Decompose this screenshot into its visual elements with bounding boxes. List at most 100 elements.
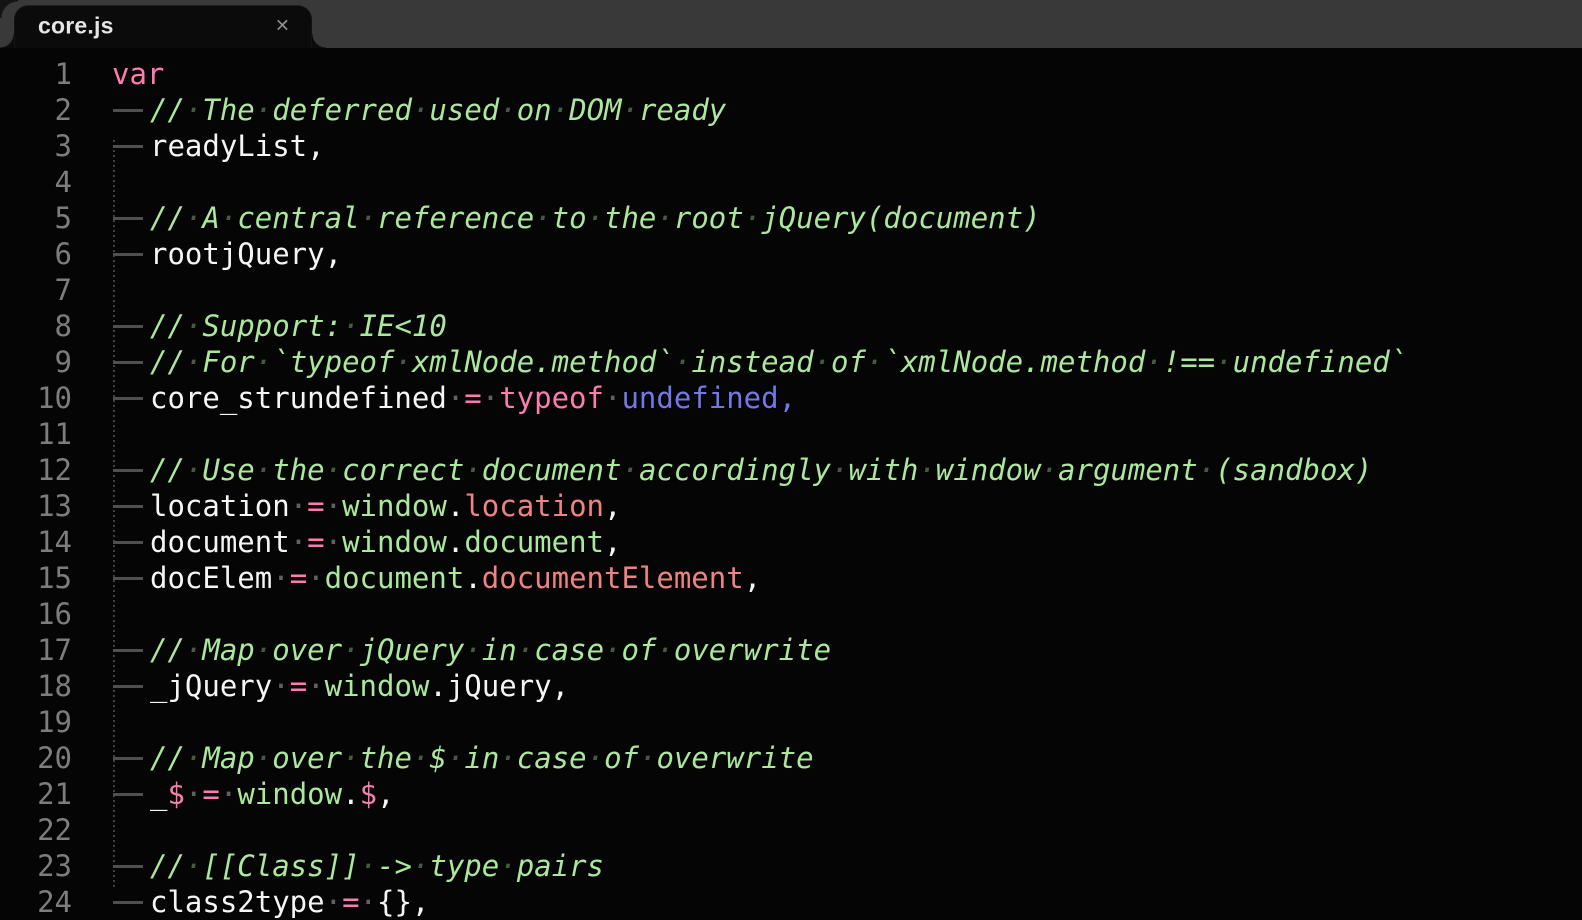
tab-whitespace-icon (112, 344, 150, 380)
code-token: window (342, 525, 447, 559)
line-number: 8 (54, 309, 72, 343)
code-line: 19 (0, 704, 1582, 740)
code-line: 4 (0, 164, 1582, 200)
tab-whitespace-icon (112, 380, 150, 416)
tab-whitespace-icon (112, 488, 150, 524)
tab-whitespace-icon (112, 308, 150, 344)
space-dot-icon: · (324, 453, 343, 487)
code-token: · (325, 489, 342, 523)
line-number: 11 (37, 417, 72, 451)
tab-whitespace-icon (112, 884, 150, 920)
code-line: 22 (0, 812, 1582, 848)
space-dot-icon: · (499, 849, 517, 883)
space-dot-icon: · (184, 453, 203, 487)
code-line: 13 location·=·window.location, (0, 488, 1582, 524)
space-dot-icon: · (499, 93, 517, 127)
code-token: //·For·`typeof·xmlNode.method`·instead·o… (150, 345, 1408, 379)
tab-whitespace-icon (112, 524, 150, 560)
space-dot-icon: · (184, 849, 203, 883)
line-number: 21 (37, 777, 72, 811)
code-line: 1 var (0, 56, 1582, 92)
line-number: 9 (54, 345, 72, 379)
code-token: = (202, 777, 220, 811)
code-token: = (307, 489, 325, 523)
line-number: 16 (37, 597, 72, 631)
space-dot-icon: · (586, 741, 605, 775)
code-token: , (377, 777, 395, 811)
code-token: . (446, 525, 465, 559)
code-token: //·[[Class]]·->·type·pairs (150, 849, 605, 883)
code-token: core_strundefined· (150, 381, 465, 415)
space-dot-icon: · (638, 741, 657, 775)
code-token: · (220, 777, 237, 811)
code-token: //·The·deferred·used·on·DOM·ready (150, 93, 727, 127)
tab-whitespace-icon (112, 92, 150, 128)
code-line: 10 core_strundefined·=·typeof·undefined, (0, 380, 1582, 416)
line-content: class2type·=·{}, (112, 884, 429, 920)
code-token: window (324, 669, 430, 703)
space-dot-icon: · (184, 93, 203, 127)
code-token: , (743, 561, 762, 595)
tab-whitespace-icon (112, 848, 150, 884)
line-number: 23 (37, 849, 72, 883)
code-token: location· (150, 489, 308, 523)
space-dot-icon: · (586, 201, 605, 235)
code-editor[interactable]: 1 var 2 //·The·deferred·used·on·DOM·ready 3 r… (0, 48, 1582, 919)
space-dot-icon: · (184, 741, 203, 775)
line-content: _jQuery·=·window.jQuery, (112, 668, 569, 704)
space-dot-icon: · (272, 669, 290, 703)
line-number: 6 (54, 237, 72, 271)
line-number: 22 (37, 813, 72, 847)
tab-whitespace-icon (112, 200, 150, 236)
space-dot-icon: · (307, 561, 325, 595)
code-line: 7 (0, 272, 1582, 308)
code-line: 17 //·Map·over·jQuery·in·case·of·overwrit… (0, 632, 1582, 668)
code-token: readyList, (150, 129, 325, 163)
space-dot-icon: · (324, 885, 343, 919)
code-token: · (307, 561, 324, 595)
code-line: 20 //·Map·over·the·$·in·case·of·overwrite (0, 740, 1582, 776)
tab-whitespace-icon (112, 632, 150, 668)
tab-whitespace-icon (112, 776, 150, 812)
space-dot-icon: · (342, 633, 360, 667)
code-line: 21 _$·=·window.$, (0, 776, 1582, 812)
code-token: . (342, 777, 360, 811)
tab-bar: core.js ✕ (0, 0, 1582, 48)
line-number: 19 (37, 705, 72, 739)
space-dot-icon: · (254, 93, 273, 127)
code-line: 9 //·For·`typeof·xmlNode.method`·instead·… (0, 344, 1582, 380)
code-token: undefined, (621, 381, 797, 415)
space-dot-icon: · (184, 777, 203, 811)
line-content: //·Map·over·jQuery·in·case·of·overwrite (112, 632, 831, 668)
line-number: 1 (54, 57, 72, 91)
close-icon[interactable]: ✕ (275, 17, 290, 35)
tab-whitespace-icon (112, 236, 150, 272)
code-line: 5 //·A·central·reference·to·the·root·jQue… (0, 200, 1582, 236)
line-content: //·Use·the·correct·document·accordingly·… (112, 452, 1372, 488)
tab-whitespace-icon (112, 668, 150, 704)
space-dot-icon: · (342, 309, 360, 343)
space-dot-icon: · (184, 633, 203, 667)
tab-core-js[interactable]: core.js ✕ (0, 5, 326, 48)
space-dot-icon: · (481, 381, 500, 415)
space-dot-icon: · (184, 309, 203, 343)
space-dot-icon: · (324, 489, 343, 523)
code-token: //·Use·the·correct·document·accordingly·… (150, 453, 1373, 487)
line-number: 20 (37, 741, 72, 775)
space-dot-icon: · (289, 525, 308, 559)
tab-whitespace-icon (112, 128, 150, 164)
tab-title: core.js (38, 11, 114, 38)
code-token: //·A·central·reference·to·the·root·jQuer… (150, 201, 1041, 235)
space-dot-icon: · (219, 201, 238, 235)
space-dot-icon: · (254, 741, 273, 775)
space-dot-icon: · (656, 201, 674, 235)
code-token: = (289, 669, 308, 703)
space-dot-icon: · (1197, 453, 1216, 487)
space-dot-icon: · (289, 489, 308, 523)
line-content: core_strundefined·=·typeof·undefined, (112, 380, 796, 416)
line-content: rootjQuery, (112, 236, 342, 272)
space-dot-icon: · (621, 93, 639, 127)
code-line: 14 document·=·window.document, (0, 524, 1582, 560)
line-number: 12 (37, 453, 72, 487)
code-token: , (604, 525, 622, 559)
